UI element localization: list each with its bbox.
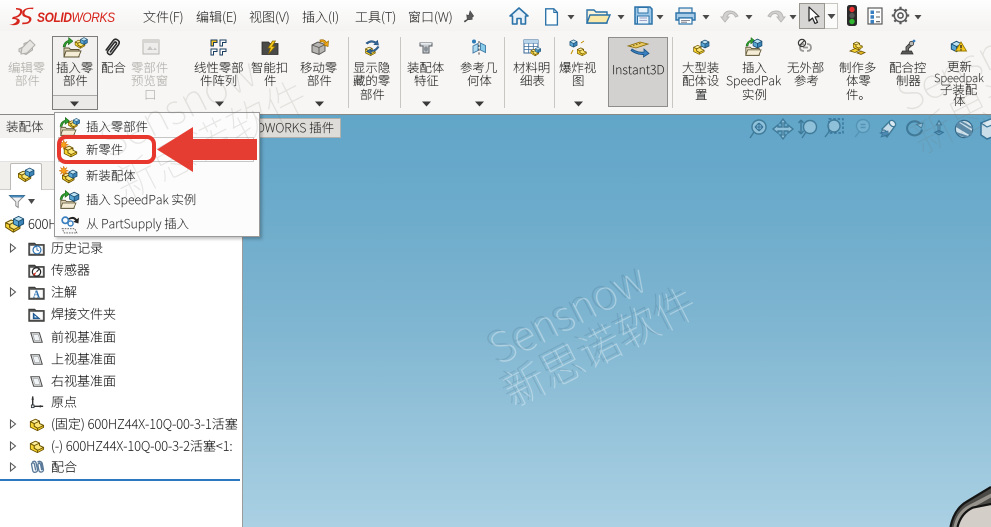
svg-text:A: A [33, 289, 41, 300]
